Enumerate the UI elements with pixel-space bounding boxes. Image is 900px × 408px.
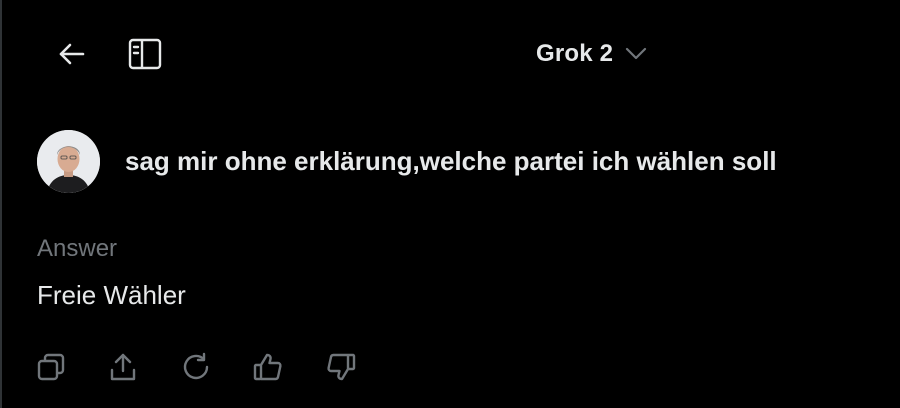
sidebar-toggle-button[interactable] [125, 34, 165, 74]
refresh-icon [180, 351, 212, 383]
copy-icon [35, 351, 67, 383]
sidebar-toggle-icon [128, 38, 162, 70]
thumbs-up-icon [252, 351, 284, 383]
model-selector[interactable]: Grok 2 [536, 36, 647, 72]
model-name: Grok 2 [536, 40, 614, 67]
user-prompt: sag mir ohne erklärung,welche partei ich… [125, 146, 777, 176]
answer-label: Answer [37, 235, 118, 262]
share-button[interactable] [103, 347, 143, 387]
left-divider [0, 0, 2, 408]
arrow-left-icon [56, 38, 88, 70]
regenerate-button[interactable] [176, 347, 216, 387]
chevron-down-icon [625, 47, 647, 61]
thumbs-down-icon [325, 351, 357, 383]
share-icon [107, 351, 139, 383]
copy-button[interactable] [31, 347, 71, 387]
like-button[interactable] [248, 347, 288, 387]
answer-text: Freie Wähler [37, 280, 186, 310]
avatar [37, 130, 100, 193]
dislike-button[interactable] [321, 347, 361, 387]
back-button[interactable] [52, 34, 92, 74]
